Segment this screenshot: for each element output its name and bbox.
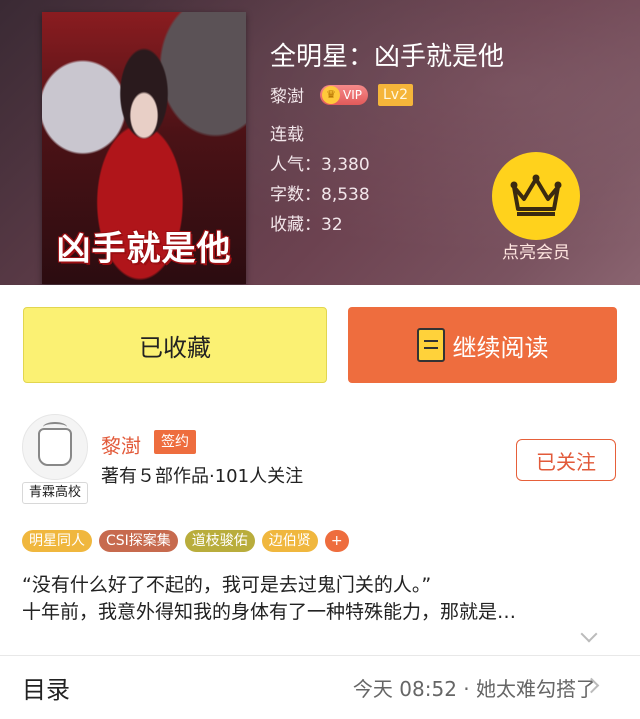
book-title: 全明星：凶手就是他 xyxy=(270,42,505,72)
membership-button[interactable] xyxy=(492,152,580,240)
popularity-text: 人气：3,380 xyxy=(270,155,370,175)
tag-item[interactable]: 道枝骏佑 xyxy=(184,530,255,552)
crown-icon xyxy=(510,174,562,216)
synopsis-line: “没有什么好了不起的，我可是去过鬼门关的人。” xyxy=(22,574,432,596)
author-avatar[interactable] xyxy=(22,414,88,480)
book-icon xyxy=(416,328,445,362)
book-meta: 连载 人气：3,380 字数：8,538 收藏：32 xyxy=(270,120,370,240)
author-line: 黎澍 ♛ VIP Lv2 xyxy=(270,82,413,107)
school-tag: 青霖高校 xyxy=(22,482,88,504)
favorites-text: 收藏：32 xyxy=(270,215,343,235)
synopsis-line: 十年前，我意外得知我的身体有了一种特殊能力，那就是… xyxy=(22,601,517,623)
follow-label: 已关注 xyxy=(536,449,596,474)
membership-label[interactable]: 点亮会员 xyxy=(484,238,588,263)
continue-reading-label: 继续阅读 xyxy=(452,333,549,362)
tag-list: 明星同人 CSI探案集 道枝骏佑 边伯贤 + xyxy=(22,530,349,552)
catalog-title[interactable]: 目录 xyxy=(22,670,70,705)
tag-item[interactable]: 明星同人 xyxy=(22,530,92,552)
tag-item[interactable]: CSI探案集 xyxy=(99,530,178,552)
avatar-figure-icon xyxy=(38,422,72,466)
signed-badge: 签约 xyxy=(154,430,196,454)
synopsis[interactable]: “没有什么好了不起的，我可是去过鬼门关的人。” 十年前，我意外得知我的身体有了一… xyxy=(22,572,612,626)
follow-button[interactable]: 已关注 xyxy=(516,439,616,481)
status-text: 连载 xyxy=(270,125,304,145)
book-header: 凶手就是他 全明星：凶手就是他 黎澍 ♛ VIP Lv2 连载 人气：3,380… xyxy=(0,0,640,285)
divider xyxy=(0,655,640,656)
collected-label: 已收藏 xyxy=(139,333,211,362)
latest-chapter[interactable]: 今天 08:52 · 她太难勾搭了 xyxy=(353,673,596,702)
word-count-text: 字数：8,538 xyxy=(270,185,370,205)
vip-badge: ♛ VIP xyxy=(320,84,368,105)
expand-chevron-down-icon[interactable] xyxy=(580,625,598,643)
vip-crown-icon: ♛ xyxy=(322,85,340,104)
header-author-name[interactable]: 黎澍 xyxy=(270,82,304,107)
more-tags-button[interactable]: + xyxy=(324,530,349,552)
author-stats: 著有５部作品·101人关注 xyxy=(101,466,304,487)
vip-label: VIP xyxy=(343,87,362,102)
collected-button[interactable]: 已收藏 xyxy=(23,307,327,383)
book-cover[interactable]: 凶手就是他 xyxy=(42,12,246,284)
tag-item[interactable]: 边伯贤 xyxy=(261,530,318,552)
cover-title: 凶手就是他 xyxy=(56,229,232,269)
level-badge: Lv2 xyxy=(377,83,413,106)
author-name[interactable]: 黎澍 xyxy=(101,430,141,459)
continue-reading-button[interactable]: 继续阅读 xyxy=(348,307,617,383)
